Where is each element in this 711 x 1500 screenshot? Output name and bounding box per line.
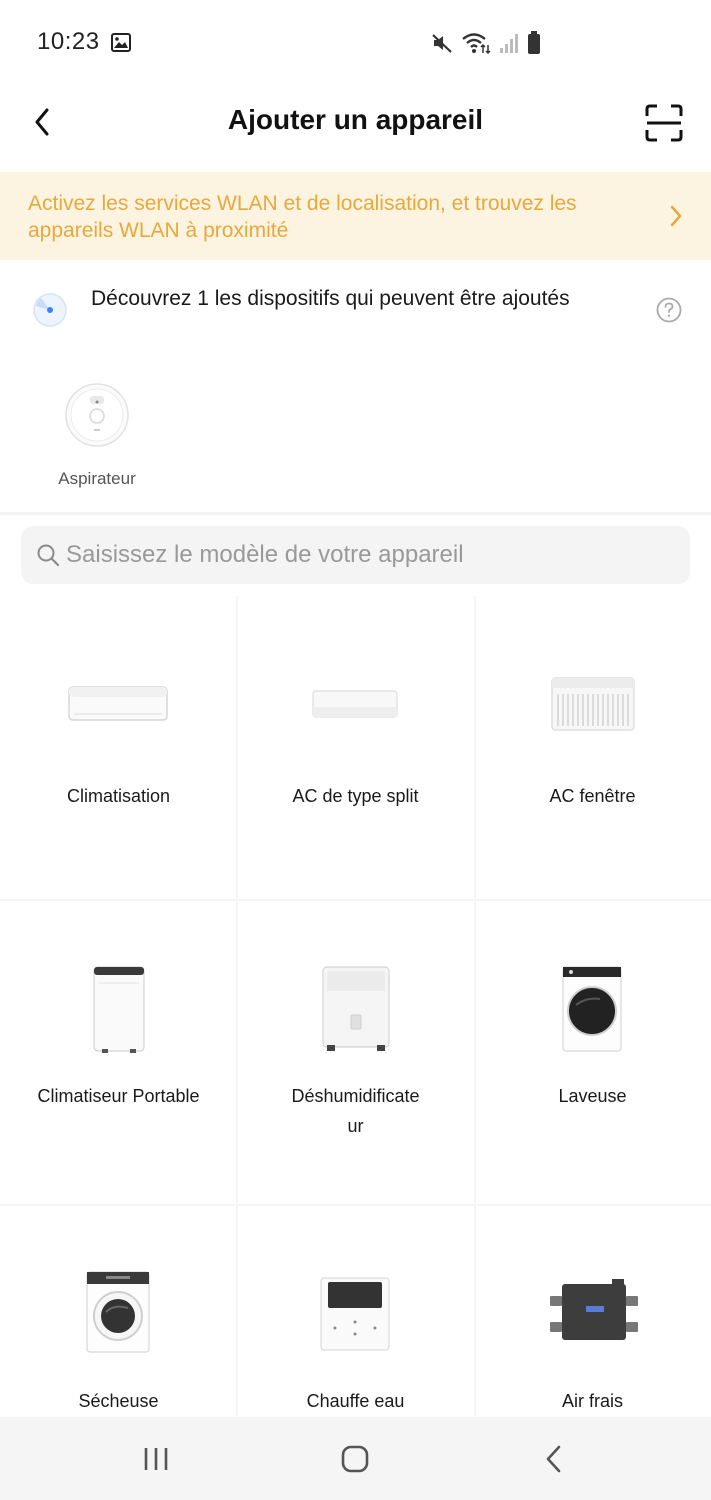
robot-vacuum-icon [65, 383, 129, 447]
category-chauffe-eau[interactable]: Chauffe eau [237, 1206, 474, 1416]
home-icon [341, 1445, 369, 1473]
search-bar[interactable] [21, 526, 690, 584]
header: Ajouter un appareil [0, 84, 711, 172]
wifi-icon [462, 33, 491, 55]
discovered-device-label: Aspirateur [58, 469, 136, 488]
section-divider [0, 512, 711, 515]
back-nav-button[interactable] [534, 1443, 574, 1475]
category-ac-split[interactable]: AC de type split [237, 596, 474, 900]
category-label: AC de type split [292, 786, 419, 806]
radar-scan-icon [33, 293, 67, 327]
system-navigation-bar [0, 1417, 711, 1500]
gallery-notification-icon [111, 33, 131, 52]
wlan-location-banner[interactable]: Activez les services WLAN et de localisa… [0, 172, 711, 260]
category-label: Laveuse [558, 1086, 627, 1106]
dryer-icon [86, 1271, 150, 1353]
portable-ac-icon [93, 966, 145, 1053]
category-label: Déshumidificate ur [257, 1081, 454, 1141]
category-climatisation[interactable]: Climatisation [0, 596, 237, 900]
recent-apps-icon [144, 1448, 168, 1470]
help-icon[interactable] [656, 297, 682, 323]
status-time: 10:23 [37, 28, 100, 55]
category-air-frais[interactable]: Air frais [474, 1206, 711, 1416]
status-icons [431, 30, 541, 56]
discovered-device-aspirateur[interactable]: Aspirateur [36, 382, 158, 492]
category-secheuse[interactable]: Sécheuse [0, 1206, 237, 1416]
home-button[interactable] [335, 1443, 375, 1475]
discovery-text: Découvrez 1 les dispositifs qui peuvent … [91, 287, 570, 310]
back-icon [546, 1445, 561, 1473]
category-label: Sécheuse [78, 1391, 159, 1411]
category-ac-fenetre[interactable]: AC fenêtre [474, 596, 711, 900]
status-bar: 10:23 [0, 0, 711, 84]
category-label-line2: ur [347, 1116, 364, 1136]
category-label: AC fenêtre [549, 786, 636, 806]
category-grid: Climatisation AC de type split AC fenêtr… [0, 596, 711, 1416]
mute-icon [432, 34, 452, 53]
chevron-right-icon [670, 205, 682, 227]
signal-icon [500, 34, 518, 53]
category-label: Chauffe eau [306, 1391, 405, 1411]
fresh-air-icon [550, 1279, 638, 1340]
battery-icon [528, 31, 540, 54]
category-label-line1: Déshumidificate [291, 1086, 420, 1106]
split-ac-icon [312, 690, 398, 718]
recent-apps-button[interactable] [136, 1443, 176, 1475]
category-label: Climatiseur Portable [37, 1086, 200, 1106]
scan-icon[interactable] [645, 104, 683, 142]
category-climatiseur-portable[interactable]: Climatiseur Portable [0, 901, 237, 1205]
banner-text: Activez les services WLAN et de localisa… [28, 192, 577, 242]
washer-icon [562, 966, 622, 1052]
air-conditioner-icon [68, 686, 168, 721]
water-heater-icon [320, 1277, 390, 1351]
category-deshumidificateur[interactable]: Déshumidificate ur [237, 901, 474, 1205]
category-label: Air frais [561, 1391, 623, 1411]
discovery-section: Découvrez 1 les dispositifs qui peuvent … [0, 260, 711, 360]
page-title: Ajouter un appareil [227, 104, 484, 135]
search-icon [37, 544, 60, 567]
category-label: Climatisation [66, 786, 171, 806]
dehumidifier-icon [322, 966, 390, 1051]
category-laveuse[interactable]: Laveuse [474, 901, 711, 1205]
window-ac-icon [551, 677, 635, 731]
search-input[interactable] [66, 526, 666, 584]
